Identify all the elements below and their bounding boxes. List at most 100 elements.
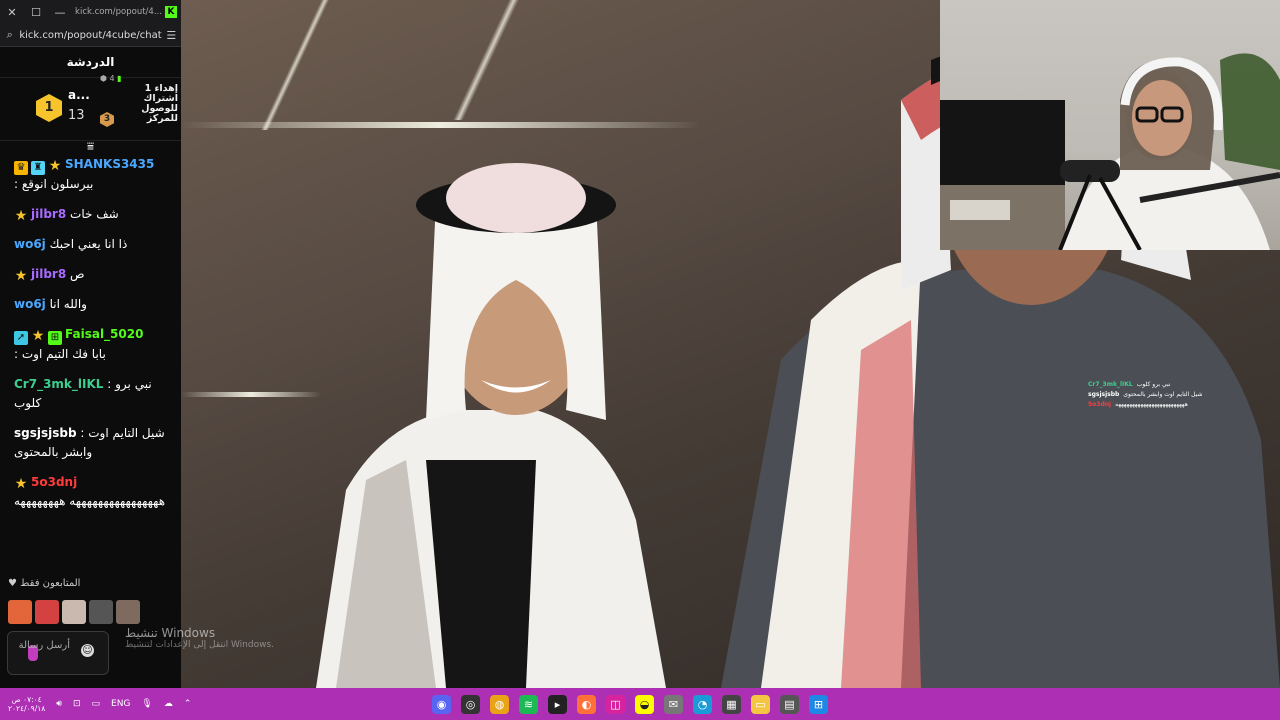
chat-message: wo6j ذا انا يعني احبك <box>14 235 175 254</box>
overlay-username: 5o3dnj <box>1088 401 1112 408</box>
gift-cta[interactable]: إهداء 1 اشتراك للوصول للمركز <box>116 84 178 124</box>
chat-text: بابا فك التيم اوت : <box>14 347 106 361</box>
message-input[interactable]: أرسل رسالة ☺ <box>7 631 109 675</box>
stream-chat-overlay: Cr7_3mk_lIKL نبي برو كلوب sgsjsjsbb شيل الت… <box>1088 380 1203 410</box>
gift-count: 13 <box>68 108 85 123</box>
firefox-icon[interactable]: ◐ <box>577 694 596 714</box>
explorer-icon[interactable]: ▭ <box>751 694 770 714</box>
language-indicator[interactable]: ENG <box>111 699 130 709</box>
battery-icon[interactable]: ▭ <box>92 699 101 709</box>
star-badge-icon: ★ <box>14 268 28 284</box>
recent-chatters <box>8 600 140 624</box>
snapchat-icon[interactable]: ◒ <box>635 694 654 714</box>
taskbar-apps: ◉ ◎ ◍ ≋ ▸ ◐ ◫ ◒ ✉ ◔ ▦ ▭ ▤ ⊞ <box>432 688 828 720</box>
webcam-scene <box>940 53 1280 250</box>
volume-icon[interactable]: 🔊︎ <box>56 699 62 709</box>
green-badge-icon: ♜ <box>31 161 45 175</box>
gift-icon: ⬢ <box>100 74 107 83</box>
star-badge-icon: ★ <box>14 476 28 492</box>
ceiling-light <box>260 0 330 130</box>
chat-username[interactable]: Faisal_5020 <box>65 327 143 341</box>
overflow-chevron-icon[interactable]: ⌃ <box>184 699 192 709</box>
sync-icon[interactable]: ☁︎ <box>164 699 173 709</box>
discord-icon[interactable]: ◉ <box>432 694 451 714</box>
chat-message: ➚ ★ ⊞ Faisal_5020 بابا فك التيم اوت : <box>14 325 175 364</box>
chat-username[interactable]: SHANKS3435 <box>65 157 154 171</box>
heart-icon: ♥ <box>8 578 17 589</box>
star-badge-icon: ★ <box>31 328 45 344</box>
gift-badge-icon: ⊞ <box>48 331 62 345</box>
network-icon[interactable]: ⊡ <box>73 699 81 709</box>
chat-message: Cr7_3mk_lIKL نبي برو : كلوب <box>14 375 175 413</box>
avatar[interactable] <box>8 600 32 624</box>
clock[interactable]: ٠٧:٠٤ ص ٢٠٢٤/٠٩/١٨ <box>8 695 45 713</box>
rank-badge: 1 <box>36 94 62 122</box>
message-list: ♛ ♜ ★ SHANKS3435 بيرسلون انوقع : ★ jilbr8 شف خ… <box>0 155 181 511</box>
address-url[interactable]: kick.com/popout/4cube/chat <box>19 30 161 41</box>
chat-text: والله انا <box>49 297 87 311</box>
system-tray: ٠٧:٠٤ ص ٢٠٢٤/٠٩/١٨ 🔊︎ ⊡ ▭ ENG 🎙︎ ☁︎ ⌃ <box>0 695 191 713</box>
chat-username[interactable]: Cr7_3mk_lIKL <box>14 377 103 391</box>
edge-icon[interactable]: ◔ <box>693 694 712 714</box>
tune-icon[interactable]: ☰ <box>162 29 181 42</box>
watermark-title: تنشيط Windows <box>125 626 216 640</box>
spotify-icon[interactable]: ≋ <box>519 694 538 714</box>
chrome-icon[interactable]: ◍ <box>490 694 509 714</box>
overlay-message: Cr7_3mk_lIKL نبي برو كلوب <box>1088 380 1203 390</box>
overlay-text: نبي برو كلوب <box>1136 381 1171 388</box>
mail-icon[interactable]: ✉ <box>664 694 683 714</box>
avatar[interactable] <box>116 600 140 624</box>
instagram-icon[interactable]: ◫ <box>606 694 625 714</box>
chat-message: ♛ ♜ ★ SHANKS3435 بيرسلون انوقع : <box>14 155 175 194</box>
overlay-text: شيل التايم اوت وابشر بالمحتوى <box>1123 391 1203 398</box>
emoji-icon[interactable]: ☺ <box>81 644 94 657</box>
star-badge-icon: ★ <box>48 158 62 174</box>
overlay-username: sgsjsjsbb <box>1088 391 1120 398</box>
top-gifter-bar[interactable]: 1 ⬢ 4 ▮ a... 13 3 إهداء 1 اشتراك للوصول … <box>0 74 181 141</box>
signal-icon: ▮ <box>117 74 122 83</box>
calculator-icon[interactable]: ▦ <box>722 694 741 714</box>
mic-icon[interactable]: 🎙︎ <box>141 699 152 709</box>
chat-panel: ✕ ☐ — kick.com/popout/4... K ⌕ kick.com/… <box>0 0 182 688</box>
chat-username[interactable]: sgsjsjsbb <box>14 426 77 440</box>
overlay-message: 5o3dnj هههههههههههههههههههههههههه <box>1088 400 1203 410</box>
terminal-icon[interactable]: ▸ <box>548 694 567 714</box>
close-icon[interactable]: ✕ <box>0 6 24 19</box>
taskbar: ٠٧:٠٤ ص ٢٠٢٤/٠٩/١٨ 🔊︎ ⊡ ▭ ENG 🎙︎ ☁︎ ⌃ ◉ ◎… <box>0 688 1280 720</box>
star-badge-icon: ★ <box>14 208 28 224</box>
chat-message: ★ jilbr8 ص <box>14 265 175 284</box>
avatar[interactable] <box>89 600 113 624</box>
maximize-icon[interactable]: ☐ <box>24 6 48 19</box>
chat-text: ههههههههههههههههه ههههههههه <box>14 494 166 508</box>
chat-username[interactable]: wo6j <box>14 237 46 251</box>
ceiling-light <box>453 0 519 120</box>
avatar[interactable] <box>35 600 59 624</box>
windows-activation-watermark: تنشيط Windows انتقل إلى الإعدادات لتنشيط… <box>125 626 274 650</box>
avatar[interactable] <box>62 600 86 624</box>
chat-username[interactable]: wo6j <box>14 297 46 311</box>
collapse-icon[interactable]: ⩸ <box>0 140 181 155</box>
search-icon: ⌕ <box>6 28 13 41</box>
chat-message: ★ jilbr8 شف خات <box>14 205 175 224</box>
ceiling-light <box>181 122 701 128</box>
chat-username[interactable]: jilbr8 <box>31 207 66 221</box>
chat-text: شف خات <box>70 207 119 221</box>
chat-text: بيرسلون انوقع : <box>14 177 94 191</box>
chat-username[interactable]: 5o3dnj <box>31 475 77 489</box>
overlay-username: Cr7_3mk_lIKL <box>1088 381 1133 388</box>
message-placeholder: أرسل رسالة <box>18 640 70 651</box>
store-icon[interactable]: ▤ <box>780 694 799 714</box>
streamer-webcam <box>940 0 1280 250</box>
crown-badge-icon: ♛ <box>14 161 28 175</box>
tab-url: kick.com/popout/4... <box>75 7 162 17</box>
gift-top-note: ⬢ 4 ▮ <box>100 74 122 83</box>
watermark-subtitle: انتقل إلى الإعدادات لتنشيط Windows. <box>125 640 274 650</box>
chat-text: ذا انا يعني احبك <box>49 237 128 251</box>
start-icon[interactable]: ⊞ <box>809 694 828 714</box>
followers-only-label: ♥ المتابعون فقط <box>8 578 81 589</box>
browser-titlebar: ✕ ☐ — kick.com/popout/4... K <box>0 0 181 24</box>
obs-icon[interactable]: ◎ <box>461 694 480 714</box>
minimize-icon[interactable]: — <box>48 6 72 19</box>
chat-username[interactable]: jilbr8 <box>31 267 66 281</box>
address-bar[interactable]: ⌕ kick.com/popout/4cube/chat ☰ <box>0 24 181 47</box>
